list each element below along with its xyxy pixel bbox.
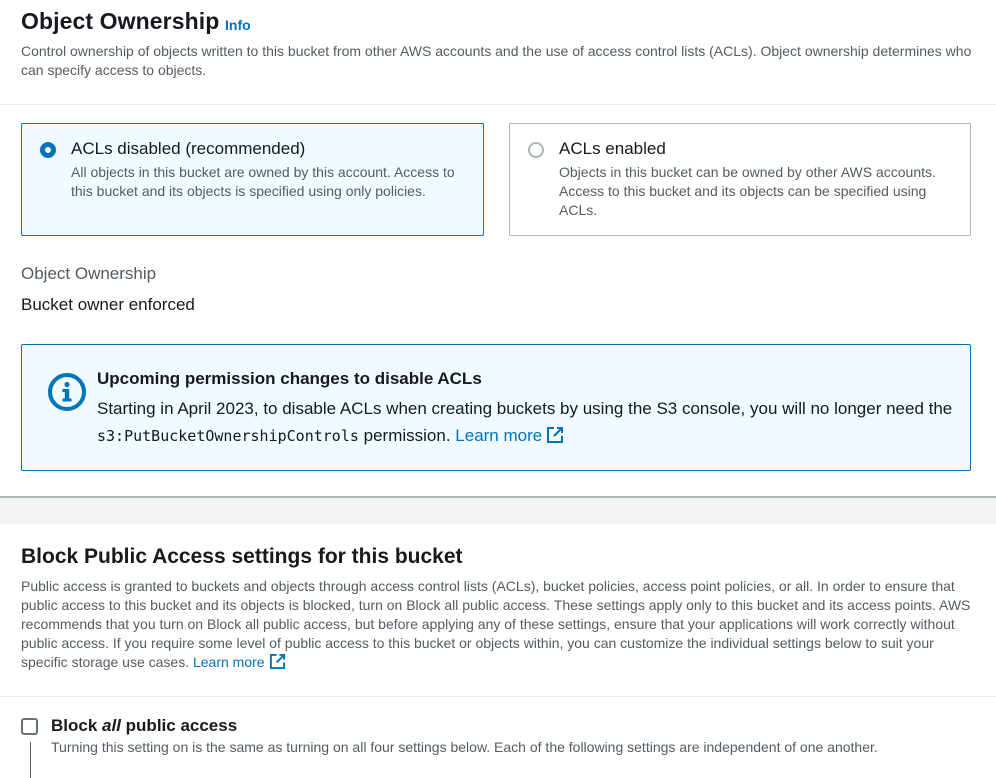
object-ownership-description: Control ownership of objects written to … [21, 43, 972, 78]
settings-tree-line [30, 742, 31, 778]
external-link-icon [269, 653, 285, 670]
acls-enabled-label: ACLs enabled [559, 139, 666, 158]
acls-disabled-label: ACLs disabled (recommended) [71, 139, 306, 158]
acls-enabled-radio[interactable] [528, 142, 544, 158]
acls-disabled-description: All objects in this bucket are owned by … [71, 164, 455, 199]
block-all-label-prefix: Block [51, 716, 103, 735]
object-ownership-heading: Object Ownership [21, 8, 220, 34]
alert-body-text: Starting in April 2023, to disable ACLs … [97, 399, 953, 418]
alert-title: Upcoming permission changes to disable A… [97, 369, 482, 388]
info-link[interactable]: Info [225, 17, 251, 33]
block-public-access-learn-more-label: Learn more [192, 654, 265, 670]
alert-body: Starting in April 2023, to disable ACLs … [97, 395, 957, 450]
section-divider [0, 696, 996, 697]
block-public-access-heading: Block Public Access settings for this bu… [21, 545, 463, 568]
block-public-access-description: Public access is granted to buckets and … [21, 577, 981, 672]
alert-learn-more-label: Learn more [455, 426, 543, 445]
object-ownership-field-value: Bucket owner enforced [21, 295, 195, 314]
object-ownership-field-label: Object Ownership [21, 264, 157, 283]
acls-enabled-option[interactable]: ACLs enabled Objects in this bucket can … [509, 123, 971, 236]
alert-code: s3:PutBucketOwnershipControls [97, 427, 359, 445]
acls-disabled-radio[interactable] [40, 142, 56, 158]
block-all-public-access-checkbox[interactable] [21, 718, 38, 735]
alert-body-text-end: permission. [358, 426, 456, 445]
block-all-public-access-label[interactable]: Block all public access [51, 716, 237, 736]
block-public-access-learn-more-link[interactable]: Learn more [192, 653, 286, 670]
block-all-label-suffix: public access [120, 716, 238, 735]
section-divider [0, 104, 996, 105]
external-link-icon [547, 427, 564, 443]
acls-disabled-option[interactable]: ACLs disabled (recommended) All objects … [21, 123, 484, 236]
block-all-public-access-description: Turning this setting on is the same as t… [51, 739, 878, 755]
info-circle-icon [48, 373, 86, 411]
info-alert: Upcoming permission changes to disable A… [21, 344, 971, 471]
block-public-access-description-text: Public access is granted to buckets and … [21, 578, 971, 670]
block-all-label-emphasis: all [102, 716, 121, 735]
alert-learn-more-link[interactable]: Learn more [455, 426, 564, 445]
acls-enabled-description: Objects in this bucket can be owned by o… [559, 164, 936, 218]
section-separator [0, 496, 996, 524]
